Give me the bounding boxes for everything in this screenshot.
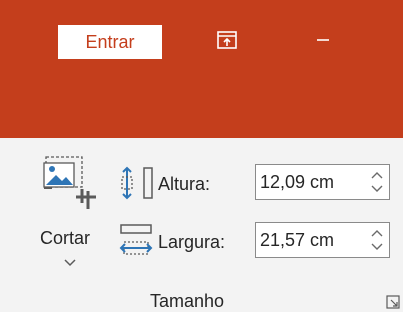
shape-height-icon	[121, 166, 153, 200]
crop-button[interactable]	[38, 150, 106, 275]
width-field[interactable]: 21,57 cm	[255, 222, 390, 258]
shape-width-icon	[119, 224, 153, 255]
height-value[interactable]: 12,09 cm	[260, 172, 334, 193]
sign-in-button[interactable]: Entrar	[58, 25, 162, 59]
width-label: Largura:	[158, 232, 226, 252]
title-bar: Entrar	[0, 0, 403, 138]
group-label-size: Tamanho	[150, 291, 225, 311]
height-label: Altura:	[158, 174, 211, 194]
chevron-down-icon[interactable]	[63, 258, 77, 268]
height-field[interactable]: 12,09 cm	[255, 164, 390, 200]
width-value[interactable]: 21,57 cm	[260, 230, 334, 251]
dialog-launcher-icon[interactable]	[386, 295, 400, 309]
crop-icon	[43, 156, 96, 209]
height-spinner-icon[interactable]	[370, 169, 384, 195]
width-spinner-icon[interactable]	[370, 227, 384, 253]
ribbon-display-options-icon[interactable]	[214, 26, 240, 54]
crop-label: Cortar	[40, 228, 91, 248]
minimize-icon[interactable]	[310, 26, 336, 54]
